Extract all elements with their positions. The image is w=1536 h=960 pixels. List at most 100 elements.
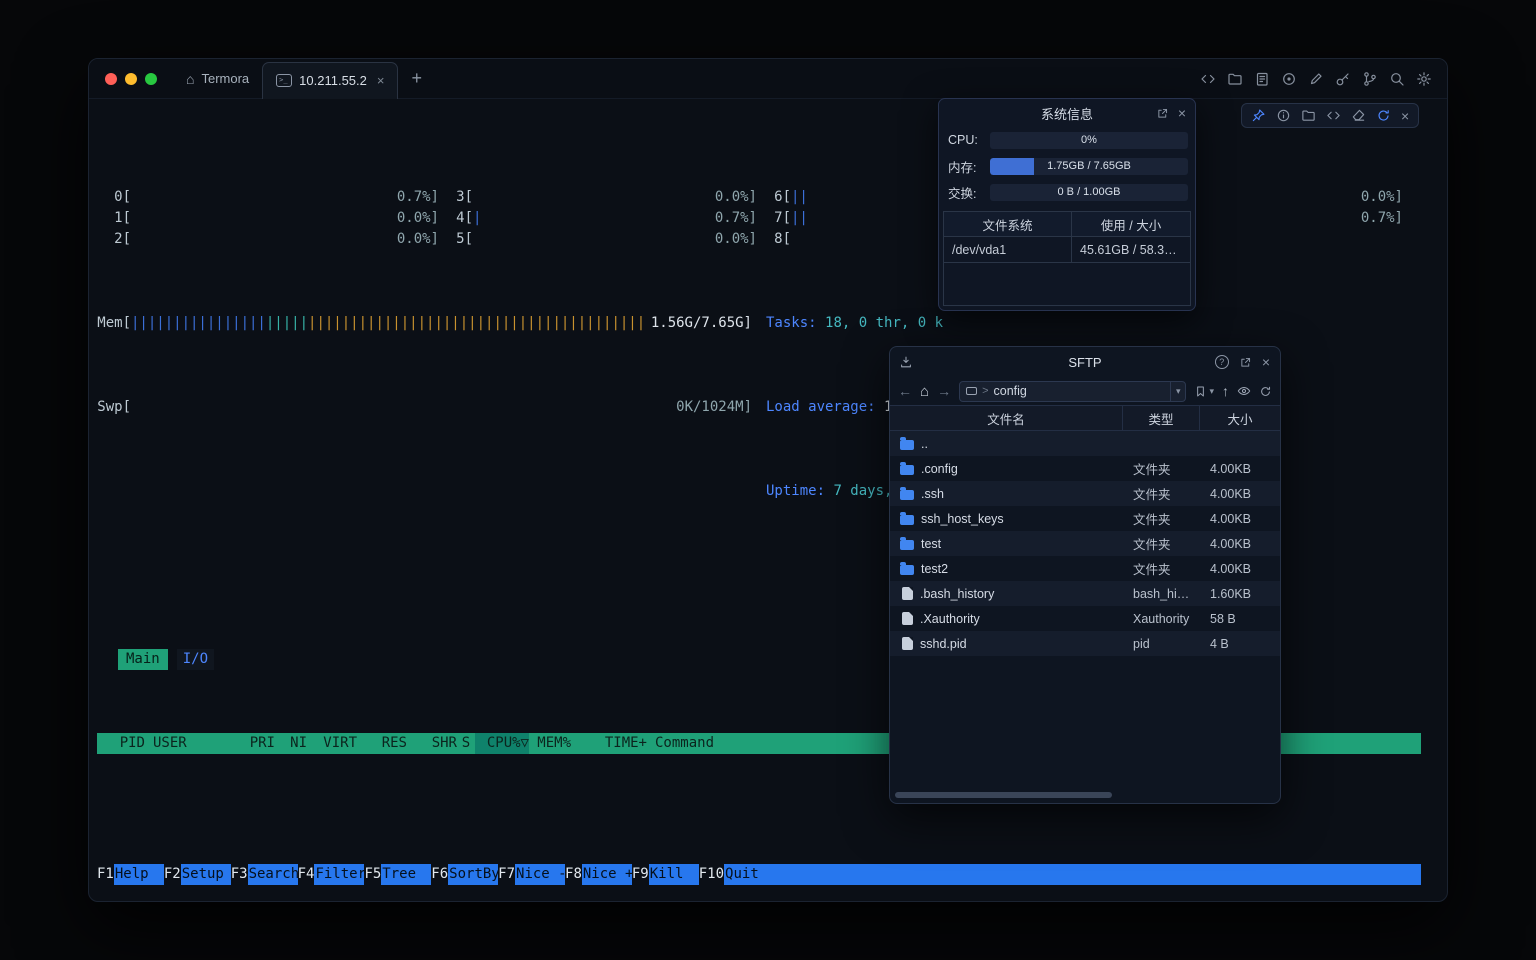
close-window-button[interactable]: [105, 73, 117, 85]
code-icon[interactable]: [1200, 71, 1216, 87]
bookmark-icon[interactable]: [1194, 385, 1207, 398]
file-type-icon: [900, 440, 914, 450]
col-filename[interactable]: 文件名: [890, 406, 1122, 430]
memory-stat: 内存: 1.75GB / 7.65GB: [939, 153, 1195, 179]
htop-tab-io[interactable]: I/O: [177, 649, 214, 670]
fkey-number[interactable]: F5: [364, 864, 381, 885]
close-tab-icon[interactable]: ×: [377, 73, 385, 88]
col-filetype[interactable]: 类型: [1122, 406, 1199, 430]
file-row[interactable]: .config 文件夹 4.00KB: [890, 456, 1280, 481]
col-pri[interactable]: PRI: [233, 733, 275, 754]
tab-session-active[interactable]: 10.211.55.2 ×: [262, 62, 398, 99]
function-key-bar: F1HelpF2SetupF3SearchF4FilterF5TreeF6Sor…: [97, 864, 1421, 885]
minimize-window-button[interactable]: [125, 73, 137, 85]
fkey-action[interactable]: Help: [114, 864, 164, 885]
file-row[interactable]: ..: [890, 431, 1280, 456]
record-icon[interactable]: [1281, 71, 1297, 87]
forward-button[interactable]: →: [937, 383, 951, 399]
fkey-number[interactable]: F9: [632, 864, 649, 885]
zoom-window-button[interactable]: [145, 73, 157, 85]
new-tab-button[interactable]: +: [398, 68, 435, 89]
settings-icon[interactable]: [1416, 71, 1432, 87]
folder-icon[interactable]: [1227, 71, 1243, 87]
fkey-number[interactable]: F3: [231, 864, 248, 885]
file-row[interactable]: .Xauthority Xauthority 58 B: [890, 606, 1280, 631]
col-virt[interactable]: VIRT: [307, 733, 357, 754]
code-icon[interactable]: [1326, 108, 1341, 123]
file-type-icon: [902, 587, 913, 600]
close-toolbar-icon[interactable]: ×: [1401, 109, 1409, 123]
transfers-icon[interactable]: [899, 355, 913, 369]
key-icon[interactable]: [1335, 71, 1351, 87]
fkey-action[interactable]: Setup: [181, 864, 231, 885]
side-toolbar: ×: [1241, 103, 1419, 128]
col-state[interactable]: S: [457, 733, 475, 754]
path-breadcrumb[interactable]: > config ▾: [959, 381, 1186, 402]
col-cpu-sort[interactable]: CPU%▽: [475, 733, 529, 754]
close-sftp-icon[interactable]: ×: [1262, 355, 1270, 369]
clear-icon[interactable]: [1351, 108, 1366, 123]
fkey-number[interactable]: F8: [565, 864, 582, 885]
close-panel-icon[interactable]: ×: [1178, 106, 1186, 120]
upload-icon[interactable]: ↑: [1222, 383, 1229, 399]
popout-icon[interactable]: [1156, 107, 1169, 120]
fkey-number[interactable]: F6: [431, 864, 448, 885]
col-ni[interactable]: NI: [275, 733, 307, 754]
file-row[interactable]: .bash_history bash_hi… 1.60KB: [890, 581, 1280, 606]
fkey-action[interactable]: Filter: [314, 864, 364, 885]
info-icon[interactable]: [1276, 108, 1291, 123]
col-filesize[interactable]: 大小: [1199, 406, 1280, 430]
tab-home-label: Termora: [201, 71, 249, 86]
bookmark-dropdown-icon[interactable]: ▾: [1209, 386, 1214, 397]
fkey-action[interactable]: Search: [248, 864, 298, 885]
path-segment[interactable]: config: [994, 384, 1027, 398]
col-time[interactable]: TIME+: [571, 733, 647, 754]
refresh-icon[interactable]: [1376, 108, 1391, 123]
filesystem-row[interactable]: /dev/vda1 45.61GB / 58.3…: [944, 237, 1190, 263]
fkey-number[interactable]: F4: [298, 864, 315, 885]
fkey-number[interactable]: F10: [699, 864, 724, 885]
branch-icon[interactable]: [1362, 71, 1378, 87]
back-button[interactable]: ←: [898, 383, 912, 399]
fkey-number[interactable]: F2: [164, 864, 181, 885]
col-pid[interactable]: PID: [97, 733, 145, 754]
home-button[interactable]: ⌂: [920, 383, 929, 400]
fkey-number[interactable]: F1: [97, 864, 114, 885]
htop-tab-main[interactable]: Main: [118, 649, 168, 670]
fkey-action[interactable]: Nice +: [582, 864, 632, 885]
col-shr[interactable]: SHR: [407, 733, 457, 754]
fkey-action[interactable]: Quit: [724, 864, 774, 885]
edit-icon[interactable]: [1308, 71, 1324, 87]
col-res[interactable]: RES: [357, 733, 407, 754]
col-mem[interactable]: MEM%: [529, 733, 571, 754]
swap-usage-bar: 0 B / 1.00GB: [990, 184, 1188, 201]
help-icon[interactable]: ?: [1215, 355, 1229, 369]
cpu-meter: 1[0.0%]: [97, 208, 439, 229]
cpu-meter: 5[0.0%]: [439, 229, 757, 250]
file-row[interactable]: ssh_host_keys 文件夹 4.00KB: [890, 506, 1280, 531]
folder-icon[interactable]: [1301, 108, 1316, 123]
show-hidden-icon[interactable]: [1237, 384, 1251, 398]
journal-icon[interactable]: [1254, 71, 1270, 87]
file-type-icon: [900, 515, 914, 525]
file-row[interactable]: test2 文件夹 4.00KB: [890, 556, 1280, 581]
fkey-number[interactable]: F7: [498, 864, 515, 885]
file-row[interactable]: .ssh 文件夹 4.00KB: [890, 481, 1280, 506]
col-user[interactable]: USER: [145, 733, 233, 754]
fkey-action[interactable]: Tree: [381, 864, 431, 885]
popout-icon[interactable]: [1239, 356, 1252, 369]
process-table: 1 root 20 0 424 0 0 S 0.0 0.0 0:00.07 /p…: [97, 817, 1421, 901]
search-icon[interactable]: [1389, 71, 1405, 87]
pin-icon[interactable]: [1251, 108, 1266, 123]
path-dropdown-icon[interactable]: ▾: [1170, 382, 1186, 401]
file-row[interactable]: sshd.pid pid 4 B: [890, 631, 1280, 656]
tab-termora-home[interactable]: ⌂ Termora: [173, 59, 262, 99]
file-type-icon: [900, 490, 914, 500]
horizontal-scrollbar[interactable]: [895, 792, 1112, 798]
fkey-action[interactable]: Nice -: [515, 864, 565, 885]
file-row[interactable]: test 文件夹 4.00KB: [890, 531, 1280, 556]
cpu-usage-bar: 0%: [990, 132, 1188, 149]
refresh-icon[interactable]: [1259, 385, 1272, 398]
fkey-action[interactable]: Kill: [649, 864, 699, 885]
fkey-action[interactable]: SortBy: [448, 864, 498, 885]
